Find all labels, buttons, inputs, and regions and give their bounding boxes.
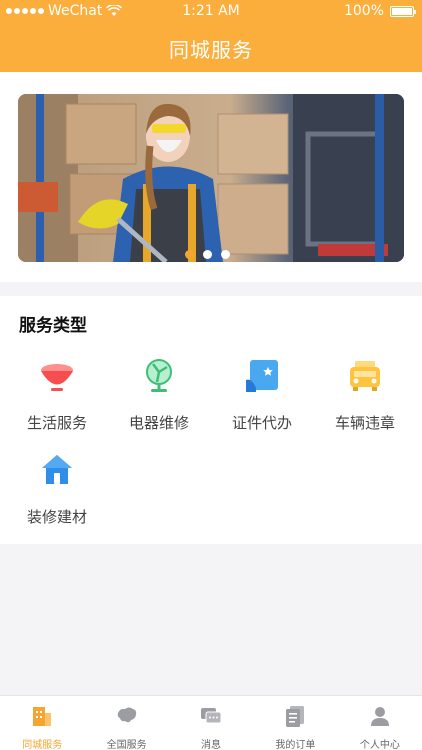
tab-city-service[interactable]: 同城服务 <box>0 696 84 750</box>
orders-icon <box>286 706 305 727</box>
service-decoration[interactable]: 装修建材 <box>17 452 97 527</box>
tab-label: 个人中心 <box>359 740 400 750</box>
tab-label: 消息 <box>201 740 222 750</box>
status-bar: WeChat 1:21 AM 100% <box>0 0 422 22</box>
tab-label: 同城服务 <box>22 740 63 750</box>
tab-label: 全国服务 <box>106 740 147 750</box>
house-icon <box>42 455 72 484</box>
indicator-dot-2[interactable] <box>203 250 212 259</box>
battery-percent: 100% <box>343 3 384 19</box>
tab-profile[interactable]: 个人中心 <box>338 696 422 750</box>
user-icon <box>370 707 389 726</box>
service-label: 证件代办 <box>231 414 292 432</box>
banner-section <box>0 72 422 282</box>
service-types-section: 服务类型 生活服务 电器维修 证件代办 车辆违章 装修建材 <box>0 296 422 544</box>
service-traffic[interactable]: 车辆违章 <box>325 358 405 433</box>
service-label: 车辆违章 <box>334 414 395 432</box>
indicator-dot-3[interactable] <box>221 250 230 259</box>
document-icon <box>246 360 278 392</box>
banner-carousel[interactable] <box>18 94 404 262</box>
tab-messages[interactable]: 消息 <box>169 696 253 750</box>
section-title: 服务类型 <box>19 316 87 336</box>
battery-icon <box>390 5 416 17</box>
app-header: WeChat 1:21 AM 100% 同城服务 <box>0 0 422 72</box>
fan-icon <box>146 359 172 392</box>
city-service-icon <box>33 707 52 726</box>
tab-national-service[interactable]: 全国服务 <box>84 696 168 750</box>
service-life[interactable]: 生活服务 <box>17 358 97 433</box>
service-label: 装修建材 <box>26 508 87 526</box>
status-right: 100% <box>343 3 416 19</box>
tab-label: 我的订单 <box>275 740 316 750</box>
map-icon <box>117 707 136 723</box>
service-appliance[interactable]: 电器维修 <box>119 358 199 433</box>
bowl-icon <box>41 364 73 391</box>
service-label: 电器维修 <box>128 414 189 432</box>
page-title: 同城服务 <box>169 38 253 62</box>
tab-my-orders[interactable]: 我的订单 <box>253 696 337 750</box>
indicator-dot-1[interactable] <box>185 250 194 259</box>
service-documents[interactable]: 证件代办 <box>222 358 302 433</box>
service-label: 生活服务 <box>26 414 87 432</box>
carousel-indicators <box>185 250 230 259</box>
car-icon <box>350 361 380 391</box>
message-icon <box>201 708 222 724</box>
banner-image <box>18 94 404 262</box>
bottom-tab-bar: 同城服务 全国服务 消息 我的订单 个人中心 <box>0 695 422 750</box>
